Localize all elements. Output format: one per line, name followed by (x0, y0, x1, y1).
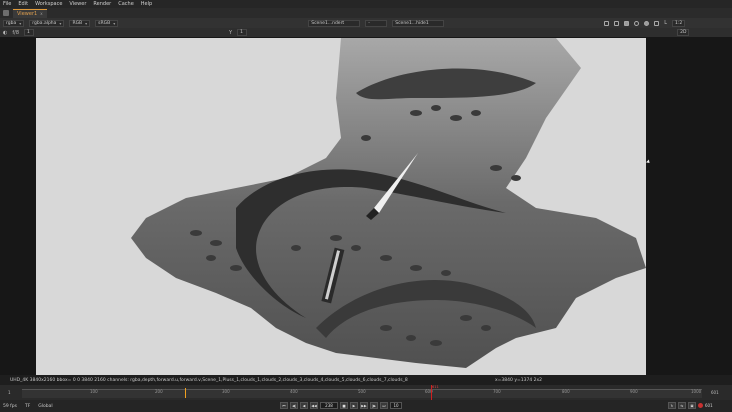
pixel-coords: x=3840 y=1374 2x2 (495, 377, 543, 383)
render-image (36, 38, 646, 375)
prev-frame-button[interactable]: ◀ (300, 402, 308, 409)
step-field[interactable]: 10 (390, 402, 402, 409)
overlay-icon[interactable] (614, 20, 620, 26)
timeline[interactable]: 1 100 200 300 400 500 600 700 800 900 10… (0, 385, 732, 400)
alpha-select[interactable]: rgba.alpha ▾ (29, 19, 65, 27)
srgb-value: sRGB (98, 20, 111, 26)
tf-select[interactable]: TF (25, 404, 30, 409)
menu-file[interactable]: File (3, 1, 11, 7)
gamma-label: Y (229, 29, 233, 36)
tick-500: 500 (358, 389, 366, 394)
loop-button[interactable]: ↻ (668, 402, 676, 409)
first-frame-button[interactable]: ⏮ (280, 402, 288, 409)
rgb-select[interactable]: RGB ▾ (69, 19, 91, 27)
timeline-start: 1 (8, 390, 11, 395)
refresh-icon[interactable] (654, 20, 660, 26)
rgb-value: RGB (72, 20, 83, 26)
next-frame-button[interactable]: ▶▶ (360, 402, 368, 409)
out-frame-field[interactable]: 601 (705, 403, 713, 408)
tab-viewer1[interactable]: Viewer1 x (13, 8, 47, 18)
next-key-button[interactable]: |▶ (370, 402, 378, 409)
timeline-end: 601 (711, 390, 719, 395)
blend-value: - (368, 20, 370, 26)
blend-select[interactable]: - (365, 19, 388, 27)
proxy-icon[interactable] (634, 20, 640, 26)
pause-icon[interactable] (644, 20, 650, 26)
gain-icon[interactable]: ◐ (3, 30, 7, 36)
close-icon[interactable]: x (40, 11, 42, 16)
panel-menu-icon[interactable] (3, 10, 9, 16)
info-bar: UHD_4K 3840x2160 bbox= 0 0 3840 2160 cha… (0, 375, 732, 385)
flipbook-button[interactable]: ▣ (688, 402, 696, 409)
fps-display[interactable]: 59 fps (3, 404, 17, 409)
transport-controls: ⏮ ◀| ◀ ◀◀ 238 ■ ▶ ▶▶ |▶ ⏭ 10 (280, 402, 402, 409)
tick-800: 800 (562, 389, 570, 394)
format-info: UHD_4K 3840x2160 bbox= 0 0 3840 2160 cha… (10, 377, 408, 383)
view-mode-select[interactable]: 2D (677, 29, 690, 36)
menu-render[interactable]: Render (93, 1, 111, 7)
prev-key-button[interactable]: ◀| (290, 402, 298, 409)
playback-right: ↻ ⇆ ▣ 601 (668, 402, 713, 409)
input-a-value: Scene1...ndert (311, 20, 345, 26)
record-icon[interactable] (698, 403, 703, 408)
gain-field[interactable]: 1 (24, 29, 35, 36)
lock-label[interactable]: L (664, 20, 667, 26)
playhead-line (185, 388, 186, 398)
channels-select[interactable]: rgba ▾ (3, 19, 25, 27)
input-b-select[interactable]: Scene1...hide1 (392, 19, 445, 27)
current-frame-field[interactable]: 238 (320, 402, 338, 409)
viewer-image[interactable] (36, 38, 646, 375)
chevron-down-icon: ▾ (19, 20, 22, 26)
chevron-down-icon: ▾ (59, 20, 62, 26)
clip-icon[interactable] (624, 20, 630, 26)
playhead[interactable] (183, 388, 188, 398)
chevron-down-icon: ▾ (85, 20, 88, 26)
tab-bar: Viewer1 x (0, 8, 732, 18)
menu-viewer[interactable]: Viewer (69, 1, 86, 7)
input-b-value: Scene1...hide1 (395, 20, 429, 26)
menubar: File Edit Workspace Viewer Render Cache … (0, 0, 732, 8)
tick-1000: 1000 (691, 389, 702, 394)
gain-value: 1 (27, 30, 30, 35)
menu-edit[interactable]: Edit (18, 1, 28, 7)
menu-cache[interactable]: Cache (118, 1, 134, 7)
zoom-value: 1:2 (675, 20, 683, 26)
tick-900: 900 (630, 389, 638, 394)
global-select[interactable]: Global (38, 404, 52, 409)
tick-200: 200 (155, 389, 163, 394)
tick-100: 100 (90, 389, 98, 394)
menu-help[interactable]: Help (141, 1, 152, 7)
view-mode-value: 2D (680, 30, 687, 35)
viewer-toolbar-2: ◐ f/8 1 Y 1 2D (0, 28, 732, 37)
playback-bar: 59 fps TF Global ⏮ ◀| ◀ ◀◀ 238 ■ ▶ ▶▶ |▶… (0, 400, 732, 412)
input-a-select[interactable]: Scene1...ndert (308, 19, 361, 27)
stop-button[interactable]: ■ (340, 402, 348, 409)
last-frame-button[interactable]: ⏭ (380, 402, 388, 409)
menu-workspace[interactable]: Workspace (35, 1, 62, 7)
chevron-down-icon: ▾ (113, 20, 116, 26)
play-back-button[interactable]: ◀◀ (310, 402, 318, 409)
srgb-select[interactable]: sRGB ▾ (95, 19, 119, 27)
gamma-value: 1 (240, 30, 243, 35)
tick-400: 400 (290, 389, 298, 394)
bounce-button[interactable]: ⇆ (678, 402, 686, 409)
gamma-field[interactable]: 1 (237, 29, 248, 36)
roi-icon[interactable] (604, 20, 610, 26)
frame-prefix: f/8 (12, 29, 20, 36)
alpha-value: rgba.alpha (32, 20, 57, 26)
channels-value: rgba (6, 20, 17, 26)
tab-viewer1-label: Viewer1 (17, 10, 38, 17)
tick-300: 300 (222, 389, 230, 394)
zoom-select[interactable]: 1:2 (672, 19, 686, 27)
tick-700: 700 (493, 389, 501, 394)
out-marker-label: 611 (432, 385, 439, 389)
play-button[interactable]: ▶ (350, 402, 358, 409)
viewer-toolbar: rgba ▾ rgba.alpha ▾ RGB ▾ sRGB ▾ Scene1...nd… (0, 18, 732, 28)
